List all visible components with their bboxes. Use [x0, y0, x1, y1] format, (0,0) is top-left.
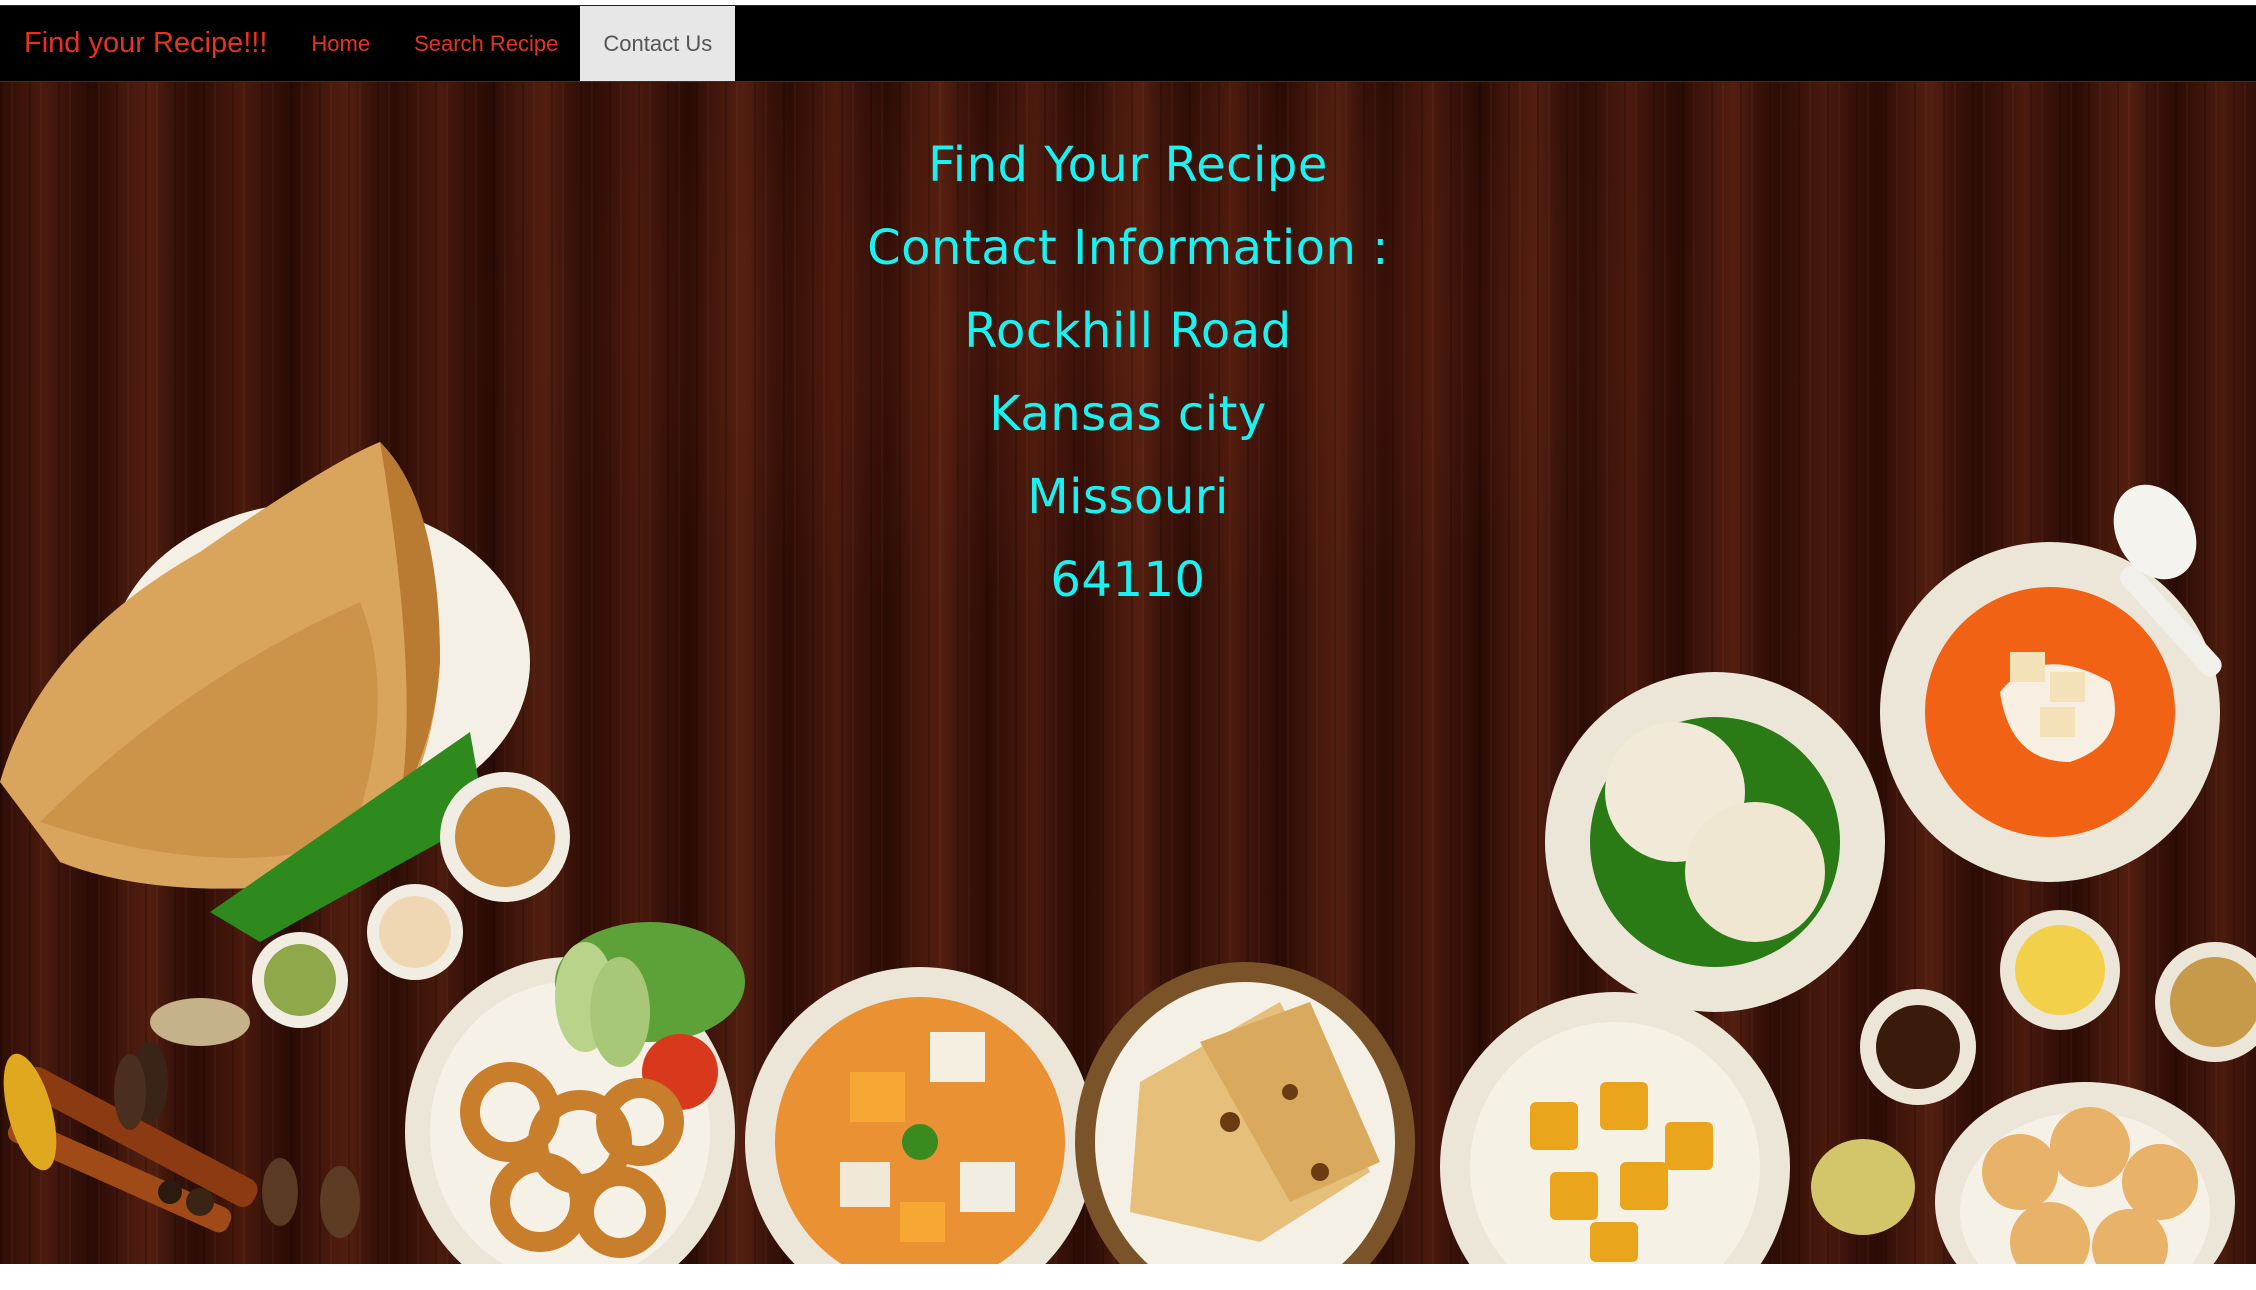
paneer-curry-bowl-icon	[745, 967, 1095, 1264]
onion-rings-plate-icon	[405, 922, 745, 1264]
contact-state: Missouri	[1027, 469, 1229, 525]
brand-link[interactable]: Find your Recipe!!!	[0, 27, 289, 60]
nav-search-recipe[interactable]: Search Recipe	[392, 6, 580, 81]
contact-title: Find Your Recipe	[928, 137, 1328, 193]
contact-city: Kansas city	[989, 386, 1267, 442]
spices-icon	[3, 998, 360, 1238]
contact-street: Rockhill Road	[964, 303, 1292, 359]
puri-plate-icon	[1935, 1082, 2235, 1264]
idli-plate-icon	[1545, 672, 1885, 1012]
page-bottom	[0, 1264, 2256, 1290]
top-navbar: Find your Recipe!!! Home Search Recipe C…	[0, 5, 2256, 82]
nav-contact-us[interactable]: Contact Us	[580, 6, 736, 81]
naan-basket-icon	[1075, 962, 1415, 1264]
contact-zip: 64110	[1050, 552, 1206, 608]
nav-home[interactable]: Home	[289, 6, 392, 81]
potato-curry-bowl-icon	[1440, 992, 1790, 1264]
contact-heading: Contact Information :	[867, 220, 1389, 276]
hero-background: Find Your Recipe Contact Information : R…	[0, 82, 2256, 1264]
